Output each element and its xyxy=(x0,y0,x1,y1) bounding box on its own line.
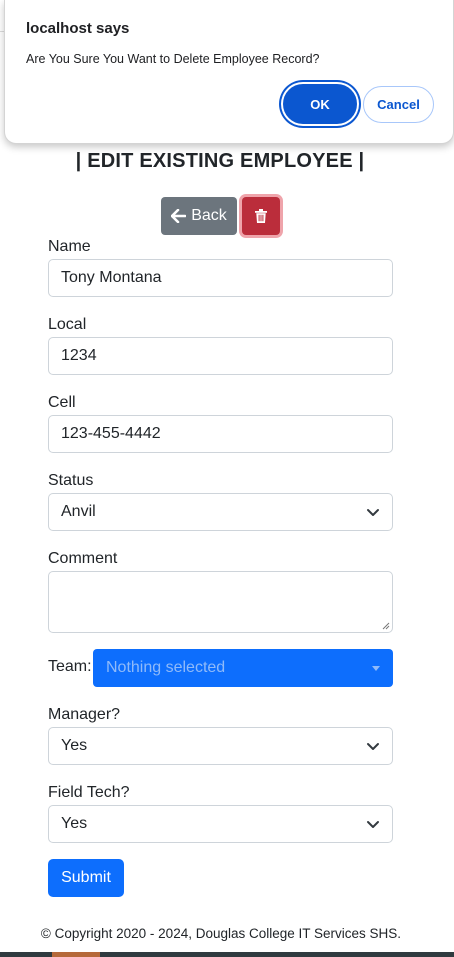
confirm-dialog: localhost says Are You Sure You Want to … xyxy=(4,0,454,144)
field-tech-select[interactable]: Yes xyxy=(48,805,393,843)
back-button-label: Back xyxy=(191,207,227,224)
trash-icon xyxy=(255,209,267,223)
dialog-ok-button[interactable]: OK xyxy=(283,84,357,124)
cell-field-value: 123-455-4442 xyxy=(61,425,161,442)
delete-button[interactable] xyxy=(242,197,280,235)
local-field[interactable]: 1234 xyxy=(48,337,393,375)
edit-employee-page: localhost says Are You Sure You Want to … xyxy=(0,0,454,957)
name-field[interactable]: Tony Montana xyxy=(48,259,393,297)
chevron-down-icon xyxy=(367,743,379,750)
cell-field[interactable]: 123-455-4442 xyxy=(48,415,393,453)
chevron-down-icon xyxy=(367,509,379,516)
page-title: | EDIT EXISTING EMPLOYEE | xyxy=(75,150,365,172)
chevron-down-icon xyxy=(367,821,379,828)
submit-button[interactable]: Submit xyxy=(48,859,124,897)
cell-label: Cell xyxy=(48,394,76,411)
copyright-footer: © Copyright 2020 - 2024, Douglas College… xyxy=(40,926,402,941)
resize-grip-icon[interactable] xyxy=(382,622,390,630)
name-field-value: Tony Montana xyxy=(61,269,162,286)
comment-textarea[interactable] xyxy=(48,571,393,633)
status-label: Status xyxy=(48,472,94,489)
local-field-value: 1234 xyxy=(61,347,97,364)
team-select-placeholder: Nothing selected xyxy=(106,659,226,676)
name-label: Name xyxy=(48,238,91,255)
local-label: Local xyxy=(48,316,87,333)
status-select-value: Anvil xyxy=(61,503,96,520)
field-tech-label: Field Tech? xyxy=(48,784,130,801)
dialog-title: localhost says xyxy=(26,20,130,37)
field-tech-select-value: Yes xyxy=(61,815,88,832)
team-label: Team: xyxy=(48,658,92,675)
caret-down-icon xyxy=(372,665,380,671)
arrow-left-icon xyxy=(171,209,187,223)
dialog-message: Are You Sure You Want to Delete Employee… xyxy=(26,52,320,66)
taskbar-accent xyxy=(52,952,100,957)
back-button[interactable]: Back xyxy=(161,197,237,235)
team-select[interactable]: Nothing selected xyxy=(93,649,393,687)
comment-label: Comment xyxy=(48,550,118,567)
manager-select[interactable]: Yes xyxy=(48,727,393,765)
manager-select-value: Yes xyxy=(61,737,88,754)
manager-label: Manager? xyxy=(48,706,121,723)
dialog-cancel-button[interactable]: Cancel xyxy=(363,86,434,123)
status-select[interactable]: Anvil xyxy=(48,493,393,531)
